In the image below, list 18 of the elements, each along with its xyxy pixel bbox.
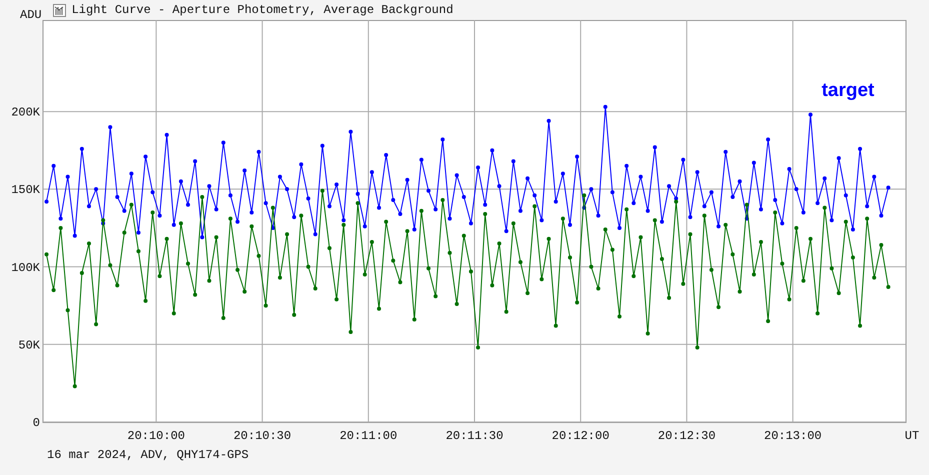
- y-axis-label: ADU: [20, 8, 42, 22]
- chart-icon: [52, 4, 66, 16]
- y-tick-label: 50K: [18, 338, 40, 352]
- series-label: target: [822, 80, 874, 101]
- y-tick-label: 0: [32, 416, 40, 430]
- x-axis-label: UT: [904, 429, 920, 443]
- x-tick-label: 20:12:00: [552, 429, 610, 443]
- x-tick-label: 20:12:30: [658, 429, 716, 443]
- x-tick-label: 20:11:30: [446, 429, 504, 443]
- y-tick-label: 200K: [11, 106, 40, 120]
- x-tick-label: 20:10:00: [127, 429, 185, 443]
- x-tick-label: 20:13:00: [764, 429, 822, 443]
- y-tick-label: 150K: [11, 183, 40, 198]
- x-tick-label: 20:10:30: [233, 429, 292, 443]
- x-tick-label: 20:11:00: [340, 429, 398, 443]
- footer-text: 16 mar 2024, ADV, QHY174-GPS: [47, 448, 249, 462]
- chart-title: Light Curve - Aperture Photometry, Average Background: [72, 3, 454, 17]
- y-tick-label: 100K: [11, 260, 40, 275]
